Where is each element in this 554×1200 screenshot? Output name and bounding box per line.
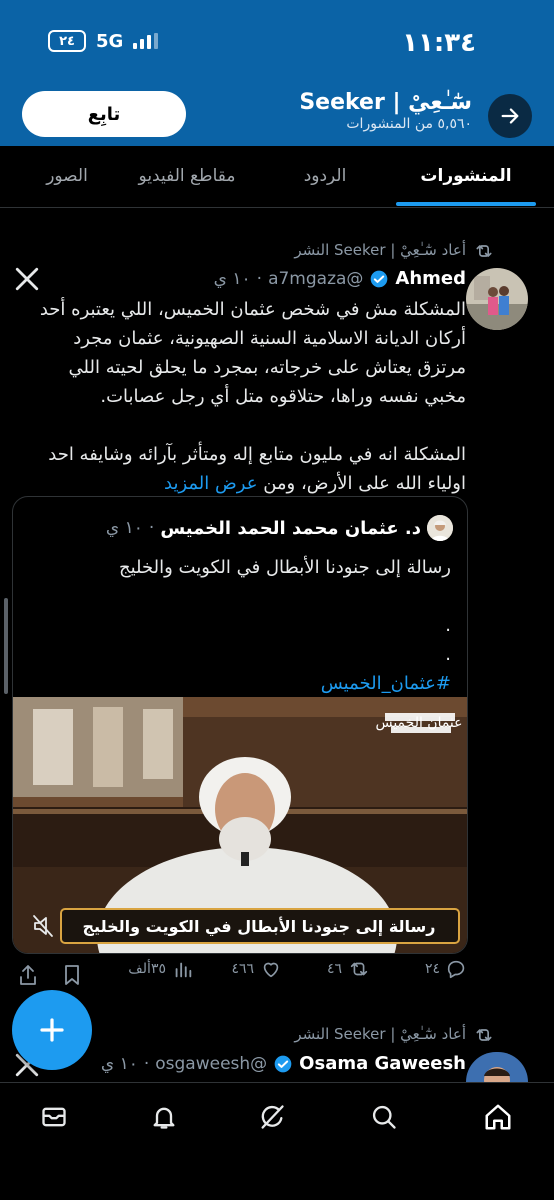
avatar[interactable] (466, 1052, 528, 1082)
tab-photos[interactable]: الصور (22, 146, 112, 206)
repost-button[interactable]: ٤٦ (327, 958, 370, 980)
reply-icon (447, 960, 465, 979)
quoted-post-body: رسالة إلى جنودنا الأبطال في الكويت والخل… (31, 553, 451, 698)
quoted-post[interactable]: د. عثمان محمد الحمد الخميس · ١٠ ي رسالة … (12, 496, 468, 954)
repost-indicator-icon (476, 245, 492, 257)
author-name[interactable]: Ahmed (395, 268, 466, 289)
post-actions: ٢٤ ٤٦ ٤٦٦ ٣٥ألف (0, 958, 554, 992)
home-icon (485, 1104, 511, 1130)
views-count: ٣٥ألف (128, 961, 166, 977)
profile-tabs: المنشورات الردود مقاطع الفيديو الصور (0, 146, 554, 208)
status-bar: ٢٤ 5G ١١:٣٤ (0, 0, 554, 84)
post-body: المشكلة مش في شخص عثمان الخميس، اللي يعت… (26, 295, 466, 498)
nav-home[interactable] (482, 1101, 514, 1133)
views-button[interactable]: ٣٥ألف (128, 958, 194, 980)
battery-icon: ٢٤ (48, 30, 86, 52)
grok-icon (261, 1105, 284, 1129)
repost-indicator-icon (476, 1029, 492, 1041)
quoted-author-line: د. عثمان محمد الحمد الخميس · ١٠ ي (106, 515, 453, 541)
repost-icon (350, 962, 368, 976)
bottom-nav (0, 1082, 554, 1200)
bookmark-icon[interactable] (62, 964, 82, 986)
tab-posts[interactable]: المنشورات (396, 146, 536, 206)
nav-search[interactable] (368, 1101, 400, 1133)
arrow-right-icon (501, 108, 519, 124)
verified-badge-icon (371, 270, 388, 287)
reply-button[interactable]: ٢٤ (425, 958, 468, 980)
quoted-line: رسالة إلى جنودنا الأبطال في الكويت والخل… (118, 557, 451, 578)
scrollbar[interactable] (4, 598, 8, 694)
quoted-post-time: ١٠ ي (105, 518, 143, 538)
share-icon[interactable] (18, 964, 38, 986)
repost-label: أعاد سٰٓـٰعِيْ | Seeker النشر (294, 241, 466, 259)
search-icon (372, 1105, 396, 1129)
x-logo-icon (15, 267, 39, 291)
video-caption: رسالة إلى جنودنا الأبطال في الكويت والخل… (83, 917, 436, 937)
status-indicators: ٢٤ 5G (48, 30, 159, 52)
hashtag-link[interactable]: #عثمان_الخميس (31, 669, 451, 698)
video-logo-text: عثمان الخميس (375, 715, 462, 731)
like-count: ٤٦٦ (231, 961, 254, 977)
tab-replies[interactable]: الردود (266, 146, 384, 206)
post-count: ٥,٥٦٠ من المنشورات (346, 116, 472, 132)
signal-icon (133, 33, 159, 49)
show-more-link[interactable]: عرض المزيد (164, 473, 257, 494)
video-thumbnail[interactable]: عثمان الخميس رسالة إلى جنودنا الأبطال في… (13, 697, 467, 953)
reply-count: ٢٤ (424, 961, 440, 977)
views-chart-icon (175, 962, 192, 978)
avatar-photo (466, 1052, 528, 1082)
tab-videos[interactable]: مقاطع الفيديو (112, 146, 262, 206)
post-paragraph: المشكلة انه في مليون متابع إله ومتأثر بآ… (48, 444, 466, 494)
post-author-line: Osama Gaweesh @osgaweesh · ١٠ ي (100, 1053, 466, 1074)
avatar-photo (466, 268, 528, 330)
author-name[interactable]: Osama Gaweesh (299, 1053, 466, 1074)
quoted-dot: . (445, 615, 451, 636)
post-paragraph: المشكلة مش في شخص عثمان الخميس، اللي يعت… (39, 299, 466, 407)
quoted-author-name: د. عثمان محمد الحمد الخميس (160, 517, 421, 539)
author-handle[interactable]: @osgaweesh (155, 1054, 267, 1074)
notifications-icon (153, 1107, 175, 1129)
profile-header: تابِع سٰٓـٰعِيْ | Seeker ٥,٥٦٠ من المنشو… (0, 84, 554, 146)
plus-icon (40, 1018, 64, 1042)
profile-name: سٰٓـٰعِيْ | Seeker (299, 90, 472, 115)
like-button[interactable]: ٤٦٦ (231, 958, 282, 980)
heart-icon (263, 962, 279, 978)
compose-button[interactable] (12, 990, 92, 1070)
quoted-dot: . (445, 644, 451, 665)
follow-button[interactable]: تابِع (22, 91, 186, 137)
avatar[interactable] (466, 268, 528, 330)
messages-icon (42, 1107, 66, 1127)
post-author-line: Ahmed @a7mgaza · ١٠ ي (213, 268, 466, 289)
verified-badge-icon (274, 1055, 292, 1072)
repost-label: أعاد سٰٓـٰعِيْ | Seeker النشر (294, 1025, 466, 1043)
post-time: ١٠ ي (213, 268, 251, 289)
network-type: 5G (96, 30, 124, 52)
author-handle[interactable]: @a7mgaza (268, 269, 363, 289)
nav-notifications[interactable] (148, 1101, 180, 1133)
back-button[interactable] (488, 94, 532, 138)
repost-count: ٤٦ (326, 961, 342, 977)
status-time: ١١:٣٤ (402, 28, 476, 58)
nav-grok[interactable] (256, 1101, 288, 1133)
nav-messages[interactable] (38, 1101, 70, 1133)
post-time: ١٠ ي (100, 1053, 138, 1074)
header-titles: سٰٓـٰعِيْ | Seeker ٥,٥٦٠ من المنشورات (299, 90, 472, 132)
quoted-avatar (427, 515, 453, 541)
